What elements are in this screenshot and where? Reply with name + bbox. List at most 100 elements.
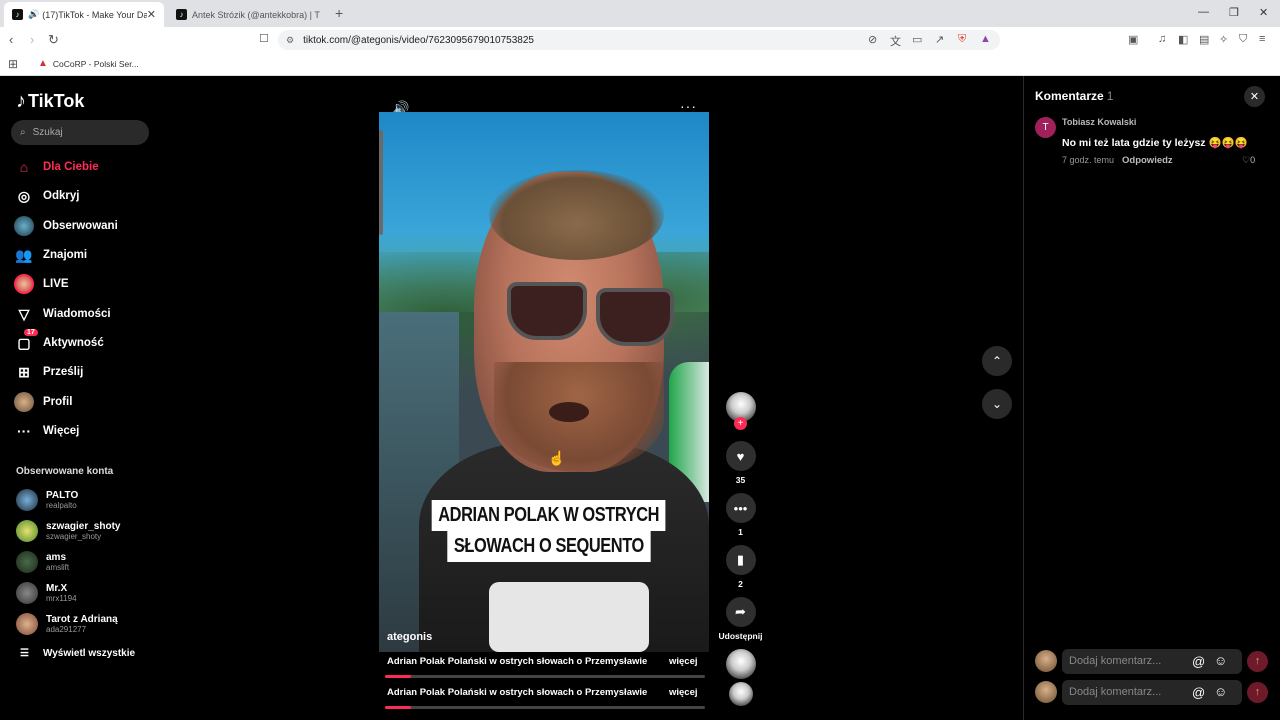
chevron-down-icon[interactable]: ⌄ <box>982 389 1012 419</box>
video-scrollbar[interactable] <box>379 130 383 235</box>
send-arrow-icon[interactable]: ↑ <box>1247 681 1268 703</box>
speaker-icon[interactable]: 🔊 <box>28 9 39 20</box>
caption-line-2: SŁOWACH O SEQUENTO <box>447 531 651 562</box>
minimize-icon[interactable]: — <box>1198 6 1209 18</box>
account-name: Mr.X <box>46 582 68 594</box>
back-icon[interactable]: ‹ <box>9 32 13 47</box>
sidebar-item-znajomi[interactable]: 👥 Znajomi <box>14 245 87 265</box>
sidebar-item-label: Aktywność <box>43 337 104 349</box>
activity-icon: ▢ 17 <box>14 329 38 353</box>
video-player[interactable]: ADRIAN POLAK W OSTRYCH SŁOWACH O SEQUENT… <box>379 112 709 652</box>
activity-badge: 17 <box>24 329 38 336</box>
next-creator-avatar[interactable] <box>718 649 763 679</box>
panel-icon[interactable]: ◧ <box>1178 33 1188 46</box>
comment-input[interactable]: Dodaj komentarz... @ ☺ <box>1062 679 1242 705</box>
bookmark-icon[interactable]: ☐ <box>259 32 269 45</box>
more-link[interactable]: więcej <box>669 656 698 667</box>
logo-text: TikTok <box>28 91 85 111</box>
ai-icon[interactable]: ✧ <box>1219 33 1228 46</box>
mention-icon[interactable]: @ <box>1192 685 1205 700</box>
reply-button[interactable]: Odpowiedz <box>1122 155 1173 166</box>
description-text: Adrian Polak Polański w ostrych słowach … <box>387 656 648 667</box>
tab-antek-profile[interactable]: ♪ Antek Strózik (@antekkobra) | TikTok <box>168 2 328 27</box>
share-icon[interactable]: ↗ <box>935 33 944 46</box>
video-author[interactable]: ategonis <box>387 631 432 643</box>
sidebar-item-przeslij[interactable]: ⊞ Prześlij <box>14 362 83 382</box>
avatar[interactable]: T <box>1035 117 1056 138</box>
account-handle: szwagier_shoty <box>46 531 102 541</box>
comments-panel: Komentarze 1 ✕ T Tobiasz Kowalski No mi t… <box>1023 76 1280 720</box>
wallet-icon[interactable]: ▤ <box>1199 33 1209 46</box>
sidebar-item-dla-ciebie[interactable]: ⌂ Dla Ciebie <box>14 157 99 177</box>
video-progress-bar[interactable] <box>385 706 705 709</box>
vpn-icon[interactable]: ⛉ <box>1239 33 1247 46</box>
comment-username[interactable]: Tobiasz Kowalski <box>1062 117 1136 127</box>
following-accounts-title: Obserwowane konta <box>16 466 114 477</box>
account-item[interactable]: ams amslift <box>16 549 69 575</box>
apps-grid-icon[interactable]: ⊞ <box>8 57 18 71</box>
tiktok-logo[interactable]: ♪ TikTok <box>16 90 84 113</box>
bookmark-favicon-icon: ▲ <box>38 58 48 69</box>
sidebar-item-aktywnosc[interactable]: ▢ 17 Aktywność <box>14 329 104 353</box>
next-creator-avatar[interactable] <box>718 682 763 706</box>
menu-icon[interactable]: ≡ <box>1259 33 1265 45</box>
sidebar-item-odkryj[interactable]: ◎ Odkryj <box>14 186 80 206</box>
site-info-icon[interactable]: ⚙ <box>286 35 294 46</box>
live-icon <box>14 274 34 294</box>
comment-button[interactable]: ••• 1 <box>718 493 763 537</box>
sidebar-item-obserwowani[interactable]: Obserwowani <box>14 216 118 236</box>
heart-icon: ♥ <box>725 441 756 471</box>
share-button[interactable]: ➦ Udostępnij <box>718 597 763 641</box>
close-icon[interactable]: ✕ <box>1244 86 1265 107</box>
account-item[interactable]: Tarot z Adrianą ada291277 <box>16 611 118 637</box>
brave-shield-icon[interactable]: ⛨ <box>958 33 966 46</box>
send-arrow-icon[interactable]: ↑ <box>1247 650 1268 672</box>
nav-bar: ‹ › ↻ ☐ ⚙ tiktok.com/@ategonis/video/762… <box>0 27 1280 53</box>
account-item[interactable]: PALTO realpalto <box>16 487 78 513</box>
tab-label: Antek Strózik (@antekkobra) | TikTok <box>192 9 320 20</box>
emoji-icon[interactable]: ☺ <box>1214 653 1227 668</box>
bookmark-cocorp[interactable]: ▲ CoCoRP - Polski Ser... <box>38 58 139 69</box>
close-tab-icon[interactable]: ✕ <box>147 8 156 21</box>
bookmarks-bar: ⊞ ▲ CoCoRP - Polski Ser... <box>0 53 1280 76</box>
comment-input[interactable]: Dodaj komentarz... @ ☺ <box>1062 648 1242 674</box>
sidebar-item-live[interactable]: LIVE <box>14 274 69 294</box>
cast-icon[interactable]: ▭ <box>912 33 922 46</box>
sidebar-item-wiecej[interactable]: ··· Więcej <box>14 421 79 441</box>
search-placeholder: Szukaj <box>32 127 63 138</box>
new-tab-icon[interactable]: + <box>335 5 343 21</box>
close-window-icon[interactable]: ✕ <box>1259 6 1268 19</box>
search-input[interactable]: ⌕ Szukaj <box>11 120 149 145</box>
account-item[interactable]: szwagier_shoty szwagier_shoty <box>16 518 120 544</box>
account-handle: amslift <box>46 562 70 572</box>
extension-icon[interactable]: ⊘ <box>868 33 877 46</box>
tab-tiktok-feed[interactable]: ♪ 🔊 (17)TikTok - Make Your Day ✕ <box>4 2 164 27</box>
see-all-accounts[interactable]: ☰ Wyświetl wszystkie <box>20 648 135 659</box>
sidebar-toggle-icon[interactable]: ▣ <box>1128 33 1138 46</box>
chevron-up-icon[interactable]: ⌃ <box>982 346 1012 376</box>
forward-icon[interactable]: › <box>30 32 34 47</box>
avatar <box>16 551 38 573</box>
save-button[interactable]: ▮ 2 <box>718 545 763 589</box>
rewards-icon[interactable]: ▲ <box>980 33 991 45</box>
media-icon[interactable]: ♫ <box>1158 33 1166 45</box>
like-button[interactable]: ♥ 35 <box>718 441 763 485</box>
video-progress-bar[interactable] <box>385 675 705 678</box>
account-name: Tarot z Adrianą <box>46 613 118 625</box>
account-item[interactable]: Mr.X mrx1194 <box>16 580 77 606</box>
sidebar-item-profil[interactable]: Profil <box>14 392 72 412</box>
restore-icon[interactable]: ❐ <box>1229 6 1239 19</box>
friends-icon: 👥 <box>15 246 33 263</box>
reload-icon[interactable]: ↻ <box>48 32 59 48</box>
follow-plus-icon[interactable]: + <box>734 417 747 430</box>
emoji-icon[interactable]: ☺ <box>1214 684 1227 699</box>
compass-icon: ◎ <box>17 187 31 204</box>
translate-icon[interactable]: 文 <box>890 33 901 49</box>
mention-icon[interactable]: @ <box>1192 654 1205 669</box>
creator-avatar-button[interactable]: + <box>718 392 763 430</box>
comment-placeholder: Dodaj komentarz... <box>1069 686 1162 698</box>
comment-like-button[interactable]: ♡0 <box>1242 155 1255 166</box>
bookmark-icon: ▮ <box>725 545 756 575</box>
more-link[interactable]: więcej <box>669 687 698 698</box>
sidebar-item-wiadomosci[interactable]: ▽ Wiadomości <box>14 304 111 324</box>
